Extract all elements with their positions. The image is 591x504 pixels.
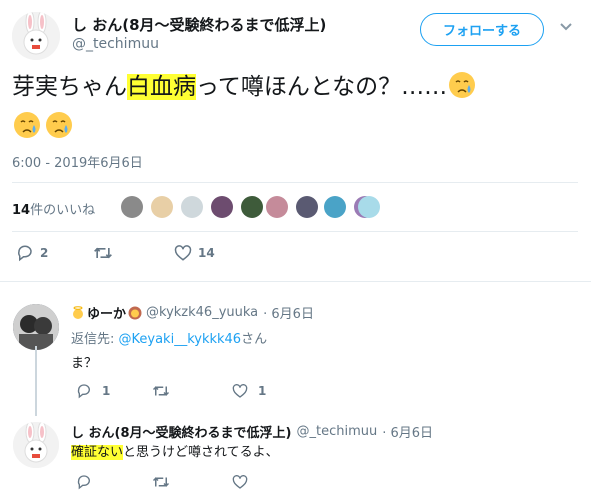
reply-icon	[77, 475, 90, 490]
liker-avatar[interactable]	[181, 196, 203, 218]
divider	[12, 231, 578, 232]
liker-avatar[interactable]	[121, 196, 143, 218]
reply-count: 1	[102, 384, 111, 398]
liker-avatar[interactable]	[151, 196, 173, 218]
like-count: 14	[198, 246, 215, 260]
divider	[0, 281, 591, 282]
like-count: 1	[258, 384, 267, 398]
tweet-text-part: 芽実ちゃん	[12, 74, 127, 100]
heart-icon	[174, 245, 192, 261]
reply-to-line: 返信先: @Keyaki__kykkk46さん	[71, 328, 267, 347]
reply-text: 確証ないと思うけど噂されてるよ、	[71, 441, 279, 460]
crying-face-emoji-icon	[14, 112, 40, 138]
reply-count: 2	[40, 246, 49, 260]
author-avatar[interactable]	[12, 12, 60, 60]
liker-avatar[interactable]	[266, 196, 288, 218]
reply-action[interactable]: 2	[16, 244, 48, 262]
reply-icon	[18, 245, 32, 262]
author-display-name[interactable]: し おん(8月～受験終わるまで低浮上)	[72, 14, 326, 35]
like-action[interactable]	[232, 474, 254, 490]
follow-button-label: フォローする	[442, 24, 521, 39]
reply-to-suffix: さん	[241, 332, 268, 347]
reply-icon	[77, 384, 90, 399]
liker-avatar[interactable]	[211, 196, 233, 218]
retweet-action[interactable]	[93, 244, 119, 262]
reply-to-prefix: 返信先:	[71, 332, 119, 347]
thread-line	[35, 346, 37, 416]
highlighted-text: 白血病	[127, 74, 196, 100]
reply-date[interactable]: · 6月6日	[382, 422, 433, 441]
reply-display-name[interactable]: し おん(8月～受験終わるまで低浮上)	[71, 422, 291, 441]
liker-avatar[interactable]	[241, 196, 263, 218]
crying-face-emoji-icon	[46, 112, 72, 138]
reply-date[interactable]: · 6月6日	[263, 303, 314, 322]
tweet-text-part: って噂ほんとなの？……	[196, 74, 448, 100]
divider	[12, 182, 578, 183]
likes-number: 14	[12, 203, 31, 218]
follow-button[interactable]: フォローする	[420, 13, 544, 46]
liker-avatar[interactable]	[324, 196, 346, 218]
reply-avatar[interactable]	[13, 304, 59, 350]
reply-action[interactable]	[76, 474, 98, 490]
author-handle[interactable]: @_techimuu	[72, 36, 159, 52]
reply-display-name[interactable]: ゆーか	[87, 303, 126, 322]
retweet-action[interactable]	[152, 474, 176, 490]
heart-icon	[232, 475, 248, 489]
reply-text: ま？	[71, 356, 98, 371]
retweet-icon	[152, 386, 170, 396]
reply-text-part: と思うけど噂されてるよ、	[123, 445, 279, 460]
reply-header: し おん(8月～受験終わるまで低浮上) @_techimuu · 6月6日	[71, 422, 433, 441]
liker-avatar[interactable]	[296, 196, 318, 218]
reply-header: ゆーか @kykzk46_yuuka · 6月6日	[71, 303, 314, 322]
baby-angel-emoji-icon	[73, 305, 83, 319]
chevron-down-icon[interactable]	[559, 22, 573, 32]
crying-face-emoji-icon	[449, 72, 476, 98]
reply-handle[interactable]: @kykzk46_yuuka	[146, 305, 258, 320]
tweet-text: 芽実ちゃん白血病って噂ほんとなの？……	[12, 67, 582, 147]
highlighted-text: 確証ない	[71, 445, 124, 460]
liker-avatar[interactable]	[358, 196, 380, 218]
likes-count[interactable]: 14件のいいね	[12, 199, 95, 218]
reply-to-handle[interactable]: @Keyaki__kykkk46	[119, 332, 242, 347]
likes-suffix: 件のいいね	[30, 203, 96, 218]
retweet-action[interactable]	[152, 383, 176, 399]
retweet-icon	[152, 477, 170, 487]
heart-icon	[232, 384, 248, 398]
reply-avatar[interactable]	[13, 422, 59, 468]
reply-handle[interactable]: @_techimuu	[296, 424, 377, 439]
lion-emoji-icon	[128, 306, 142, 319]
tweet-timestamp[interactable]: 6:00 - 2019年6月6日	[12, 152, 143, 171]
reply-action[interactable]: 1	[76, 383, 110, 399]
retweet-icon	[94, 247, 112, 259]
like-action[interactable]: 1	[232, 383, 266, 399]
like-action[interactable]: 14	[174, 244, 215, 262]
